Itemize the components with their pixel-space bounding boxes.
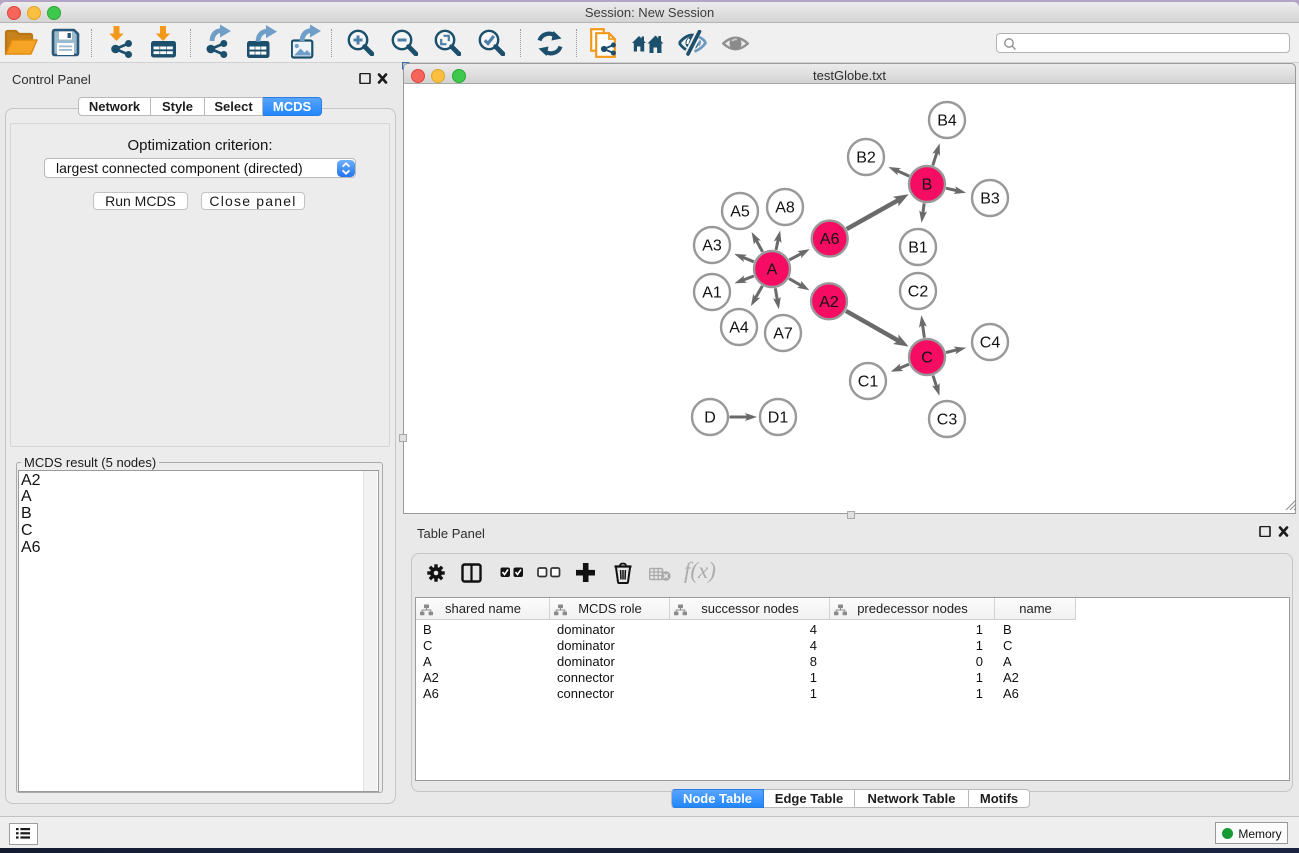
svg-text:C: C — [921, 350, 933, 367]
svg-text:A2: A2 — [819, 294, 839, 311]
svg-text:D: D — [704, 410, 716, 427]
svg-text:A: A — [767, 262, 778, 279]
svg-text:C3: C3 — [937, 412, 958, 429]
svg-text:C2: C2 — [908, 284, 929, 301]
svg-text:A3: A3 — [702, 238, 722, 255]
svg-text:A1: A1 — [702, 285, 722, 302]
svg-text:B2: B2 — [856, 150, 876, 167]
svg-text:A4: A4 — [729, 320, 749, 337]
svg-text:A6: A6 — [820, 231, 840, 248]
svg-text:C1: C1 — [858, 374, 879, 391]
svg-text:B4: B4 — [937, 113, 957, 130]
svg-text:B3: B3 — [980, 191, 1000, 208]
svg-text:D1: D1 — [768, 410, 789, 427]
svg-text:A7: A7 — [773, 326, 793, 343]
svg-text:A8: A8 — [775, 200, 795, 217]
svg-text:A5: A5 — [730, 204, 750, 221]
svg-text:B: B — [922, 177, 933, 194]
svg-text:C4: C4 — [980, 335, 1001, 352]
svg-text:B1: B1 — [908, 240, 928, 257]
